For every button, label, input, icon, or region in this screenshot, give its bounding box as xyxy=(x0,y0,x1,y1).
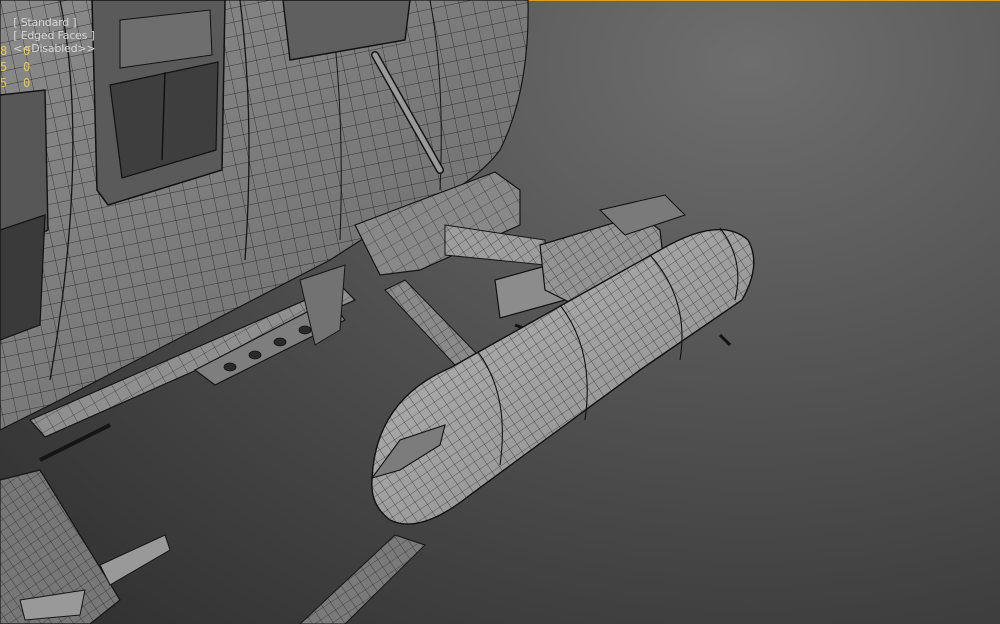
stats-row: 50 xyxy=(0,59,30,75)
rear-skid-tube xyxy=(299,534,426,624)
stats-value-a: 5 xyxy=(0,76,8,90)
stats-value-a: 8 xyxy=(0,44,8,58)
shading-mode-label[interactable]: [ Standard ] xyxy=(13,16,76,29)
stats-value-b: 0 xyxy=(23,44,31,58)
skid-leg xyxy=(384,279,479,366)
wireframe-scene[interactable] xyxy=(0,0,1000,624)
stats-row: 80 xyxy=(0,43,30,59)
cabin-window-front xyxy=(91,0,226,206)
landing-gear-left xyxy=(0,423,171,624)
stats-value-b: 0 xyxy=(23,76,31,90)
stats-row: 50 xyxy=(0,75,30,91)
stats-value-b: 0 xyxy=(23,60,31,74)
viewport-statistics: 805050 xyxy=(0,43,30,91)
3d-viewport[interactable]: [ Standard ] [ Edged Faces ] <<Disabled>… xyxy=(0,0,1000,624)
stats-value-a: 5 xyxy=(0,60,8,74)
display-mode-label[interactable]: [ Edged Faces ] xyxy=(13,29,95,42)
